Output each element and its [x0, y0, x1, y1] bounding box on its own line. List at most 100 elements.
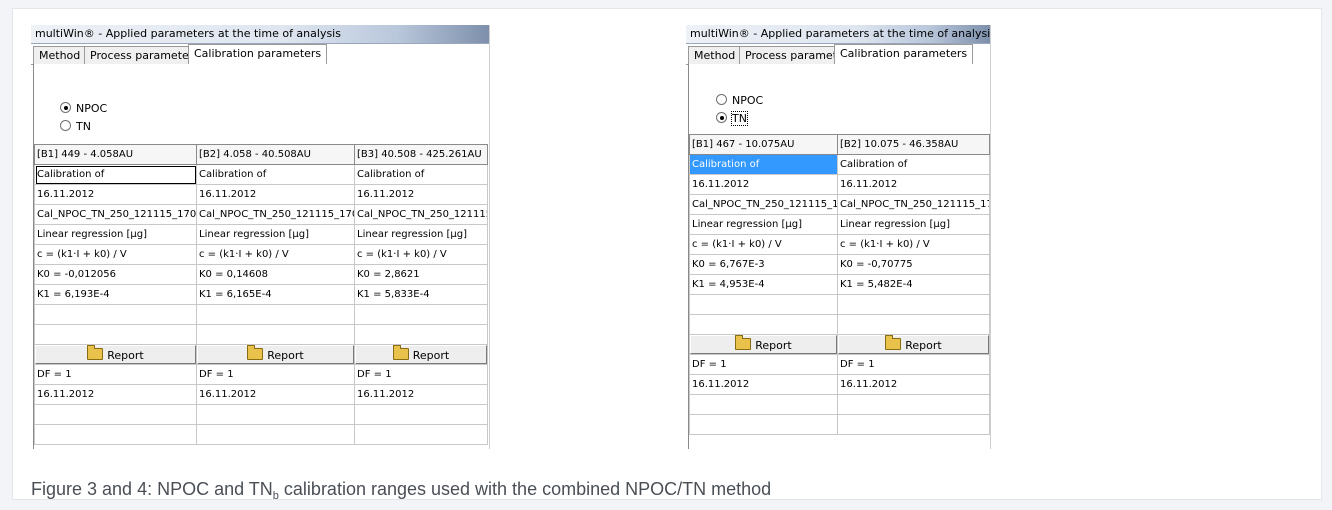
table-cell[interactable]	[689, 294, 838, 315]
table-cell[interactable]	[354, 424, 488, 445]
table-cell[interactable]: DF = 1	[354, 364, 488, 385]
radio-unchecked-icon	[716, 94, 727, 105]
table-cell[interactable]	[354, 404, 488, 425]
table-cell[interactable]	[196, 304, 355, 325]
table-cell[interactable]	[34, 324, 197, 345]
table-cell[interactable]: Linear regression [µg]	[689, 214, 838, 235]
table-cell[interactable]: K0 = -0,70775	[837, 254, 990, 275]
table-cell[interactable]: Cal_NPOC_TN_250_121115_170	[34, 204, 197, 225]
table-cell[interactable]: 16.11.2012	[354, 184, 488, 205]
table-cell[interactable]: 16.11.2012	[689, 374, 838, 395]
table-cell[interactable]: 16.11.2012	[34, 184, 197, 205]
figure-caption: Figure 3 and 4: NPOC and TNb calibration…	[31, 479, 771, 502]
tab-process-parameters[interactable]: Process parameters	[84, 46, 206, 64]
table-cell[interactable]: DF = 1	[34, 364, 197, 385]
table-row	[34, 304, 488, 325]
table-cell[interactable]: 16.11.2012	[34, 384, 197, 405]
table-cell[interactable]: Cal_NPOC_TN_250_121115_170	[196, 204, 355, 225]
table-cell[interactable]: 16.11.2012	[689, 174, 838, 195]
table-cell[interactable]: 16.11.2012	[196, 384, 355, 405]
table-cell[interactable]: Calibration of	[354, 164, 488, 185]
table-cell[interactable]: K0 = 6,767E-3	[689, 254, 838, 275]
table-cell[interactable]	[196, 424, 355, 445]
table-cell[interactable]	[837, 394, 990, 415]
radio-label: TN	[76, 120, 91, 133]
radio-npoc[interactable]: NPOC	[716, 94, 763, 108]
table-cell[interactable]: Linear regression [µg]	[837, 214, 990, 235]
table-row: K1 = 4,953E-4 K1 = 5,482E-4	[689, 274, 990, 295]
report-label: Report	[755, 339, 792, 352]
table-cell[interactable]: Linear regression [µg]	[354, 224, 488, 245]
tab-calibration-parameters[interactable]: Calibration parameters	[834, 44, 974, 65]
report-button[interactable]: Report	[690, 335, 837, 354]
table-cell[interactable]: Linear regression [µg]	[196, 224, 355, 245]
table-cell[interactable]: c = (k1·I + k0) / V	[354, 244, 488, 265]
table-cell[interactable]: Linear regression [µg]	[34, 224, 197, 245]
table-cell[interactable]: 16.11.2012	[196, 184, 355, 205]
radio-tn[interactable]: TN	[716, 111, 748, 126]
table-cell[interactable]	[837, 414, 990, 435]
table-cell[interactable]	[34, 404, 197, 425]
table-cell[interactable]	[34, 424, 197, 445]
table-row	[689, 294, 990, 315]
table-cell[interactable]: K0 = 2,8621	[354, 264, 488, 285]
folder-open-icon	[247, 345, 264, 360]
range-header: [B1] 467 - 10.075AU	[689, 134, 838, 155]
table-cell[interactable]	[689, 414, 838, 435]
table-cell[interactable]	[689, 394, 838, 415]
table-cell[interactable]	[196, 404, 355, 425]
table-cell[interactable]: DF = 1	[689, 354, 838, 375]
table-row: 16.11.2012 16.11.2012	[689, 174, 990, 195]
table-row: c = (k1·I + k0) / Vc = (k1·I + k0) / V	[689, 234, 990, 255]
table-cell[interactable]	[354, 304, 488, 325]
table-cell[interactable]	[837, 314, 990, 335]
table-cell[interactable]: Cal_NPOC_TN_250_121115_170	[837, 194, 990, 215]
report-button[interactable]: Report	[838, 335, 989, 354]
table-cell[interactable]	[837, 294, 990, 315]
tab-method[interactable]: Method	[688, 46, 742, 64]
folder-open-icon	[87, 345, 104, 360]
tab-calibration-parameters[interactable]: Calibration parameters	[188, 44, 328, 65]
table-cell[interactable]: 16.11.2012	[354, 384, 488, 405]
table-cell[interactable]: Calibration of	[34, 164, 197, 185]
table-cell[interactable]: Calibration of	[689, 154, 838, 175]
table-cell[interactable]: Calibration of	[196, 164, 355, 185]
table-cell[interactable]: K1 = 6,193E-4	[34, 284, 197, 305]
table-cell[interactable]: Cal_NPOC_TN_250_121115_170	[689, 194, 838, 215]
folder-open-icon	[392, 345, 409, 360]
table-cell[interactable]: c = (k1·I + k0) / V	[34, 244, 197, 265]
report-button[interactable]: Report	[197, 345, 354, 364]
table-cell[interactable]	[689, 314, 838, 335]
table-cell[interactable]: c = (k1·I + k0) / V	[689, 234, 838, 255]
report-button[interactable]: Report	[355, 345, 487, 364]
table-row: Linear regression [µg] Linear regression …	[34, 224, 488, 245]
table-cell[interactable]: Calibration of	[837, 154, 990, 175]
tab-method[interactable]: Method	[33, 46, 87, 64]
table-cell[interactable]: K1 = 6,165E-4	[196, 284, 355, 305]
radio-label: NPOC	[732, 94, 764, 107]
table-row: 16.11.2012 16.11.2012 16.11.2012	[34, 184, 488, 205]
table-cell[interactable]: Cal_NPOC_TN_250_121115	[354, 204, 488, 225]
report-button[interactable]: Report	[35, 345, 196, 364]
window-title: multiWin® - Applied parameters at the ti…	[686, 25, 990, 44]
table-cell[interactable]	[196, 324, 355, 345]
radio-tn[interactable]: TN	[60, 120, 91, 134]
table-cell[interactable]: c = (k1·I + k0) / V	[837, 234, 990, 255]
table-cell[interactable]: K0 = 0,14608	[196, 264, 355, 285]
table-cell[interactable]: K1 = 5,482E-4	[837, 274, 990, 295]
table-cell[interactable]: K1 = 4,953E-4	[689, 274, 838, 295]
table-cell[interactable]: 16.11.2012	[837, 174, 990, 195]
table-cell[interactable]	[34, 304, 197, 325]
table-cell[interactable]: c = (k1·I + k0) / V	[196, 244, 355, 265]
table-cell[interactable]: 16.11.2012	[837, 374, 990, 395]
radio-npoc[interactable]: NPOC	[60, 102, 107, 116]
table-cell[interactable]: DF = 1	[837, 354, 990, 375]
table-cell[interactable]: K1 = 5,833E-4	[354, 284, 488, 305]
table-row: c = (k1·I + k0) / Vc = (k1·I + k0) / Vc …	[34, 244, 488, 265]
table-cell[interactable]	[354, 324, 488, 345]
table-cell[interactable]: DF = 1	[196, 364, 355, 385]
window-title: multiWin® - Applied parameters at the ti…	[31, 25, 489, 44]
tab-strip: Method Process parameters Calibration pa…	[31, 44, 489, 65]
table-cell[interactable]: K0 = -0,012056	[34, 264, 197, 285]
radio-checked-icon	[716, 112, 727, 123]
